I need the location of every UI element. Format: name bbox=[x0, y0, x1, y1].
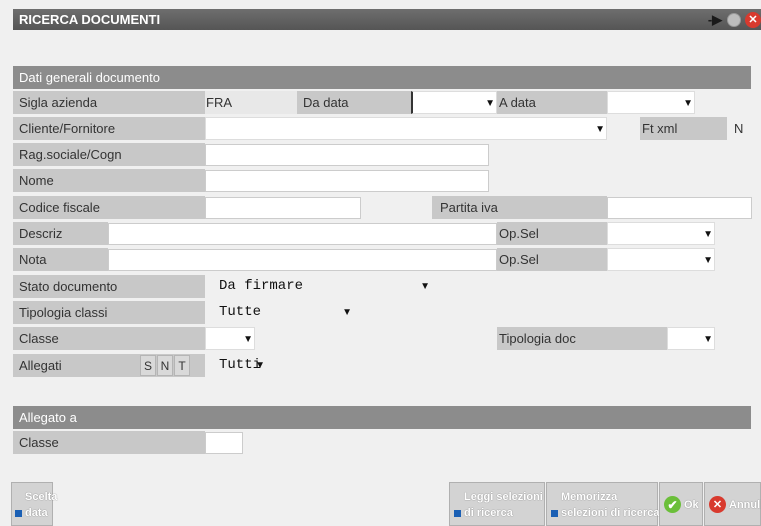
cancel-icon: ✕ bbox=[709, 496, 726, 513]
memorizza-selezioni-button[interactable]: Memorizza selezioni di ricerca bbox=[546, 482, 660, 526]
stato-documento-dropdown[interactable]: Da firmare ▼ bbox=[219, 275, 431, 298]
chevron-down-icon: ▼ bbox=[703, 334, 713, 345]
leggi-selezioni-button[interactable]: Leggi selezioni di ricerca bbox=[449, 482, 545, 526]
cliente-fornitore-dropdown[interactable]: ▼ bbox=[205, 117, 607, 140]
allegato-classe-label: Classe bbox=[13, 431, 205, 454]
ft-xml-value[interactable]: N bbox=[734, 117, 743, 140]
ok-button[interactable]: ✔ Ok bbox=[659, 482, 703, 526]
chevron-down-icon: ▼ bbox=[255, 360, 265, 371]
allegati-t-toggle[interactable]: T bbox=[174, 355, 190, 376]
button-marker-icon bbox=[551, 510, 558, 517]
check-icon: ✔ bbox=[664, 496, 681, 513]
chevron-down-icon: ▼ bbox=[342, 307, 352, 318]
rag-sociale-input[interactable] bbox=[205, 144, 489, 166]
window-titlebar: RICERCA DOCUMENTI -▶ ✕ bbox=[13, 9, 761, 30]
chevron-down-icon: ▼ bbox=[485, 98, 495, 109]
window-controls: -▶ ✕ bbox=[707, 11, 761, 28]
nota-opsel-dropdown[interactable]: ▼ bbox=[607, 248, 715, 271]
partita-iva-label: Partita iva bbox=[432, 196, 607, 219]
leggi-selezioni-label: Leggi selezioni di ricerca bbox=[464, 491, 543, 519]
close-icon[interactable]: ✕ bbox=[745, 11, 761, 28]
tipologia-classi-label: Tipologia classi bbox=[13, 301, 205, 324]
allegati-n-toggle[interactable]: N bbox=[157, 355, 173, 376]
button-marker-icon bbox=[454, 510, 461, 517]
button-marker-icon bbox=[15, 510, 22, 517]
descriz-label: Descriz bbox=[13, 222, 108, 245]
chevron-down-icon: ▼ bbox=[703, 229, 713, 240]
nome-label: Nome bbox=[13, 169, 205, 192]
codice-fiscale-label: Codice fiscale bbox=[13, 196, 205, 219]
nome-input[interactable] bbox=[205, 170, 489, 192]
codice-fiscale-input[interactable] bbox=[205, 197, 361, 219]
pin-icon[interactable]: -▶ bbox=[707, 12, 723, 28]
rag-sociale-label: Rag.sociale/Cogn bbox=[13, 143, 205, 166]
annulla-button[interactable]: ✕ Annull bbox=[704, 482, 761, 526]
allegato-classe-input[interactable] bbox=[205, 432, 243, 454]
ft-xml-label: Ft xml bbox=[640, 117, 727, 140]
chevron-down-icon: ▼ bbox=[683, 98, 693, 109]
cliente-fornitore-label: Cliente/Fornitore bbox=[13, 117, 205, 140]
descriz-opsel-dropdown[interactable]: ▼ bbox=[607, 222, 715, 245]
scelta-data-label: Scelta data bbox=[25, 491, 58, 519]
annulla-label: Annull bbox=[729, 499, 761, 511]
minimize-icon[interactable] bbox=[726, 12, 742, 28]
chevron-down-icon: ▼ bbox=[243, 334, 253, 345]
window-title: RICERCA DOCUMENTI bbox=[19, 12, 161, 27]
tipologia-doc-label: Tipologia doc bbox=[497, 327, 667, 350]
a-data-dropdown[interactable]: ▼ bbox=[607, 91, 695, 114]
sigla-azienda-label: Sigla azienda bbox=[13, 91, 205, 114]
sigla-azienda-field[interactable]: FRA bbox=[205, 91, 298, 114]
memorizza-selezioni-label: Memorizza selezioni di ricerca bbox=[561, 491, 660, 519]
tipologia-classi-dropdown[interactable]: Tutte ▼ bbox=[219, 301, 353, 324]
partita-iva-input[interactable] bbox=[607, 197, 752, 219]
descriz-input[interactable] bbox=[108, 223, 497, 245]
nota-label: Nota bbox=[13, 248, 108, 271]
ok-label: Ok bbox=[684, 499, 699, 511]
section-title: Dati generali documento bbox=[19, 70, 160, 85]
nota-input[interactable] bbox=[108, 249, 497, 271]
section-title: Allegato a bbox=[19, 410, 77, 425]
chevron-down-icon: ▼ bbox=[595, 124, 605, 135]
classe-dropdown[interactable]: ▼ bbox=[205, 327, 255, 350]
classe-label: Classe bbox=[13, 327, 205, 350]
stato-documento-label: Stato documento bbox=[13, 275, 205, 298]
nota-opsel-label: Op.Sel bbox=[497, 248, 607, 271]
chevron-down-icon: ▼ bbox=[420, 281, 430, 292]
tipologia-doc-dropdown[interactable]: ▼ bbox=[667, 327, 715, 350]
descriz-opsel-label: Op.Sel bbox=[497, 222, 607, 245]
allegati-s-toggle[interactable]: S bbox=[140, 355, 156, 376]
da-data-dropdown[interactable]: ▼ bbox=[411, 91, 497, 114]
section-header-allegato: Allegato a bbox=[13, 406, 751, 429]
section-header-general: Dati generali documento bbox=[13, 66, 751, 89]
da-data-label: Da data bbox=[297, 91, 411, 114]
scelta-data-button[interactable]: Scelta data bbox=[11, 482, 57, 526]
chevron-down-icon: ▼ bbox=[703, 255, 713, 266]
a-data-label: A data bbox=[497, 91, 607, 114]
allegati-dropdown[interactable]: Tutti ▼ bbox=[219, 354, 265, 377]
